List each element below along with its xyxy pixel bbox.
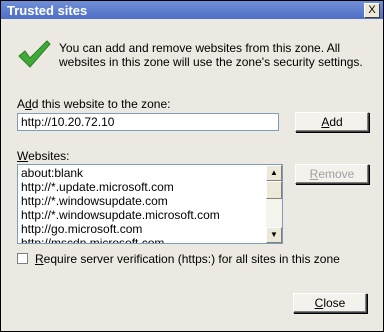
scroll-up-icon[interactable]: ▲ [266, 165, 282, 181]
checkmark-icon [18, 40, 51, 68]
close-button[interactable]: Close [293, 293, 367, 313]
zone-info-text: You can add and remove websites from thi… [59, 41, 363, 69]
window-title: Trusted sites [7, 3, 88, 18]
https-verification-checkbox[interactable] [17, 253, 28, 264]
trusted-sites-dialog: Trusted sites X You can add and remove w… [0, 0, 384, 332]
remove-button[interactable]: Remove [295, 164, 369, 184]
list-item[interactable]: http://go.microsoft.com [21, 222, 267, 236]
scroll-down-icon[interactable]: ▼ [266, 227, 282, 243]
website-url-input[interactable] [17, 113, 279, 131]
list-item[interactable]: http://*.windowsupdate.microsoft.com [21, 208, 267, 222]
scroll-thumb[interactable] [266, 181, 282, 199]
list-item[interactable]: http://*.update.microsoft.com [21, 180, 267, 194]
websites-scrollbar[interactable]: ▲ ▼ [266, 165, 282, 243]
add-site-label: Add this website to the zone: [17, 97, 171, 111]
https-verification-label: Require server verification (https:) for… [35, 252, 340, 266]
title-bar[interactable]: Trusted sites X [1, 1, 383, 19]
list-item[interactable]: http://mscdn.microsoft.com [21, 236, 267, 243]
add-button[interactable]: Add [295, 112, 369, 132]
list-item[interactable]: http://*.windowsupdate.com [21, 194, 267, 208]
list-item[interactable]: about:blank [21, 166, 267, 180]
websites-list[interactable]: about:blank http://*.update.microsoft.co… [17, 164, 283, 244]
websites-label: Websites: [17, 149, 70, 163]
close-icon[interactable]: X [364, 3, 380, 18]
